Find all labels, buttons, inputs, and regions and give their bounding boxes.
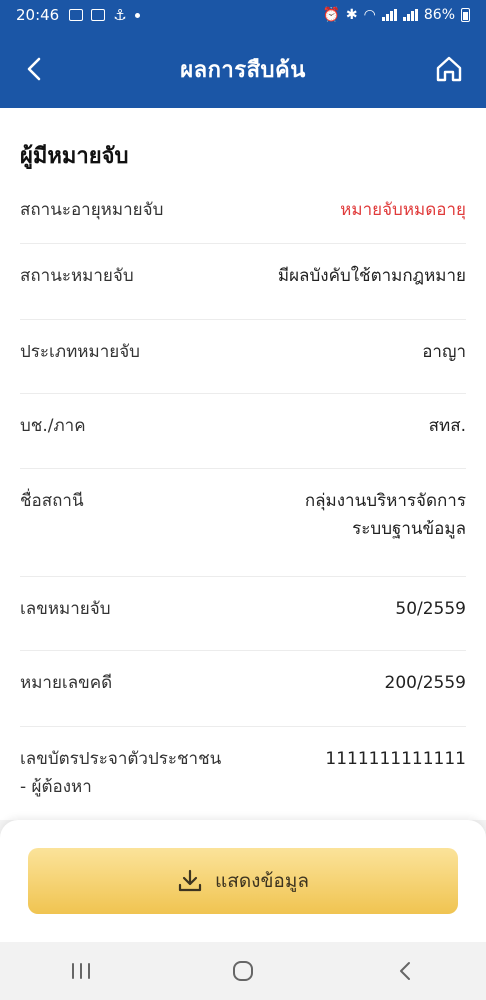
bottom-action-panel: แสดงข้อมูล (0, 820, 486, 942)
row-value: สทส. (428, 416, 466, 436)
detail-row-citizen-id: เลขบัตรประจาตัวประชาชน - ผู้ต้องหา 11111… (20, 727, 466, 820)
back-icon[interactable] (20, 54, 50, 84)
row-label: ประเภทหมายจับ (20, 342, 140, 362)
show-data-label: แสดงข้อมูล (214, 870, 310, 892)
detail-row-station: ชื่อสถานี กลุ่มงานบริหารจัดการ ระบบฐานข้… (20, 469, 466, 577)
signal-2-icon (402, 9, 418, 21)
row-value: หมายจับหมดอายุ (340, 200, 466, 220)
home-icon[interactable] (434, 54, 464, 84)
row-label: สถานะอายุหมายจับ (20, 200, 164, 220)
detail-list: สถานะอายุหมายจับ หมายจับหมดอายุ สถานะหมา… (20, 178, 466, 820)
detail-row-warrant-number: เลขหมายจับ 50/2559 (20, 577, 466, 651)
row-label: ชื่อสถานี (20, 491, 84, 511)
row-label: สถานะหมายจับ (20, 266, 134, 286)
result-content: ผู้มีหมายจับ สถานะอายุหมายจับ หมายจับหมด… (0, 108, 486, 820)
show-data-button[interactable]: แสดงข้อมูล (28, 848, 458, 914)
row-value: กลุ่มงานบริหารจัดการ ระบบฐานข้อมูล (305, 469, 466, 576)
detail-row-warrant-status: สถานะหมายจับ มีผลบังคับใช้ตามกฎหมาย (20, 244, 466, 320)
row-label-line: เลขบัตรประจาตัวประชาชน (20, 749, 222, 769)
detail-row-warrant-type: ประเภทหมายจับ อาญา (20, 320, 466, 394)
detail-row-expiry-status: สถานะอายุหมายจับ หมายจับหมดอายุ (20, 178, 466, 244)
row-value: 50/2559 (395, 599, 466, 619)
wifi-icon: ◠ (363, 7, 376, 23)
section-title: ผู้มีหมายจับ (20, 144, 129, 169)
bluetooth-icon: ✱ (345, 7, 358, 23)
row-value: อาญา (422, 342, 466, 362)
detail-row-case-number: หมายเลขคดี 200/2559 (20, 651, 466, 727)
back-chevron-icon (400, 962, 410, 980)
row-value-line: กลุ่มงานบริหารจัดการ (304, 491, 466, 511)
row-value: มีผลบังคับใช้ตามกฎหมาย (277, 266, 466, 286)
row-value-line: ระบบฐานข้อมูล (352, 519, 466, 539)
back-nav-button[interactable] (385, 951, 425, 991)
signal-icon (381, 9, 397, 21)
app-bar: ผลการสืบค้น (0, 30, 486, 108)
row-label-line: - ผู้ต้องหา (20, 777, 92, 797)
status-bar: 20:46 ⚓ ⏰ ✱ ◠ 86% (0, 0, 486, 30)
row-label: เลขบัตรประจาตัวประชาชน - ผู้ต้องหา (20, 727, 221, 820)
row-label: หมายเลขคดี (20, 673, 113, 693)
notification-icon: ⚓ (113, 6, 127, 24)
more-dot-icon (134, 12, 140, 18)
battery-icon (461, 8, 470, 22)
battery-level: 86% (423, 7, 455, 23)
status-time: 20:46 (16, 6, 60, 24)
recent-apps-button[interactable] (61, 951, 101, 991)
download-icon (178, 869, 202, 892)
row-label: บช./ภาค (20, 416, 86, 436)
home-nav-button[interactable] (223, 951, 263, 991)
home-circle-icon (233, 961, 253, 981)
news-icon (91, 9, 106, 21)
gallery-icon (69, 9, 84, 21)
page-title: ผลการสืบค้น (180, 57, 306, 83)
row-value: 200/2559 (384, 673, 466, 693)
row-value: 1111111111111 (325, 749, 466, 769)
detail-row-region: บช./ภาค สทส. (20, 394, 466, 469)
recent-apps-icon (72, 963, 90, 979)
alarm-icon: ⏰ (322, 7, 340, 23)
system-nav-bar (0, 942, 486, 1000)
row-label: เลขหมายจับ (20, 599, 111, 619)
